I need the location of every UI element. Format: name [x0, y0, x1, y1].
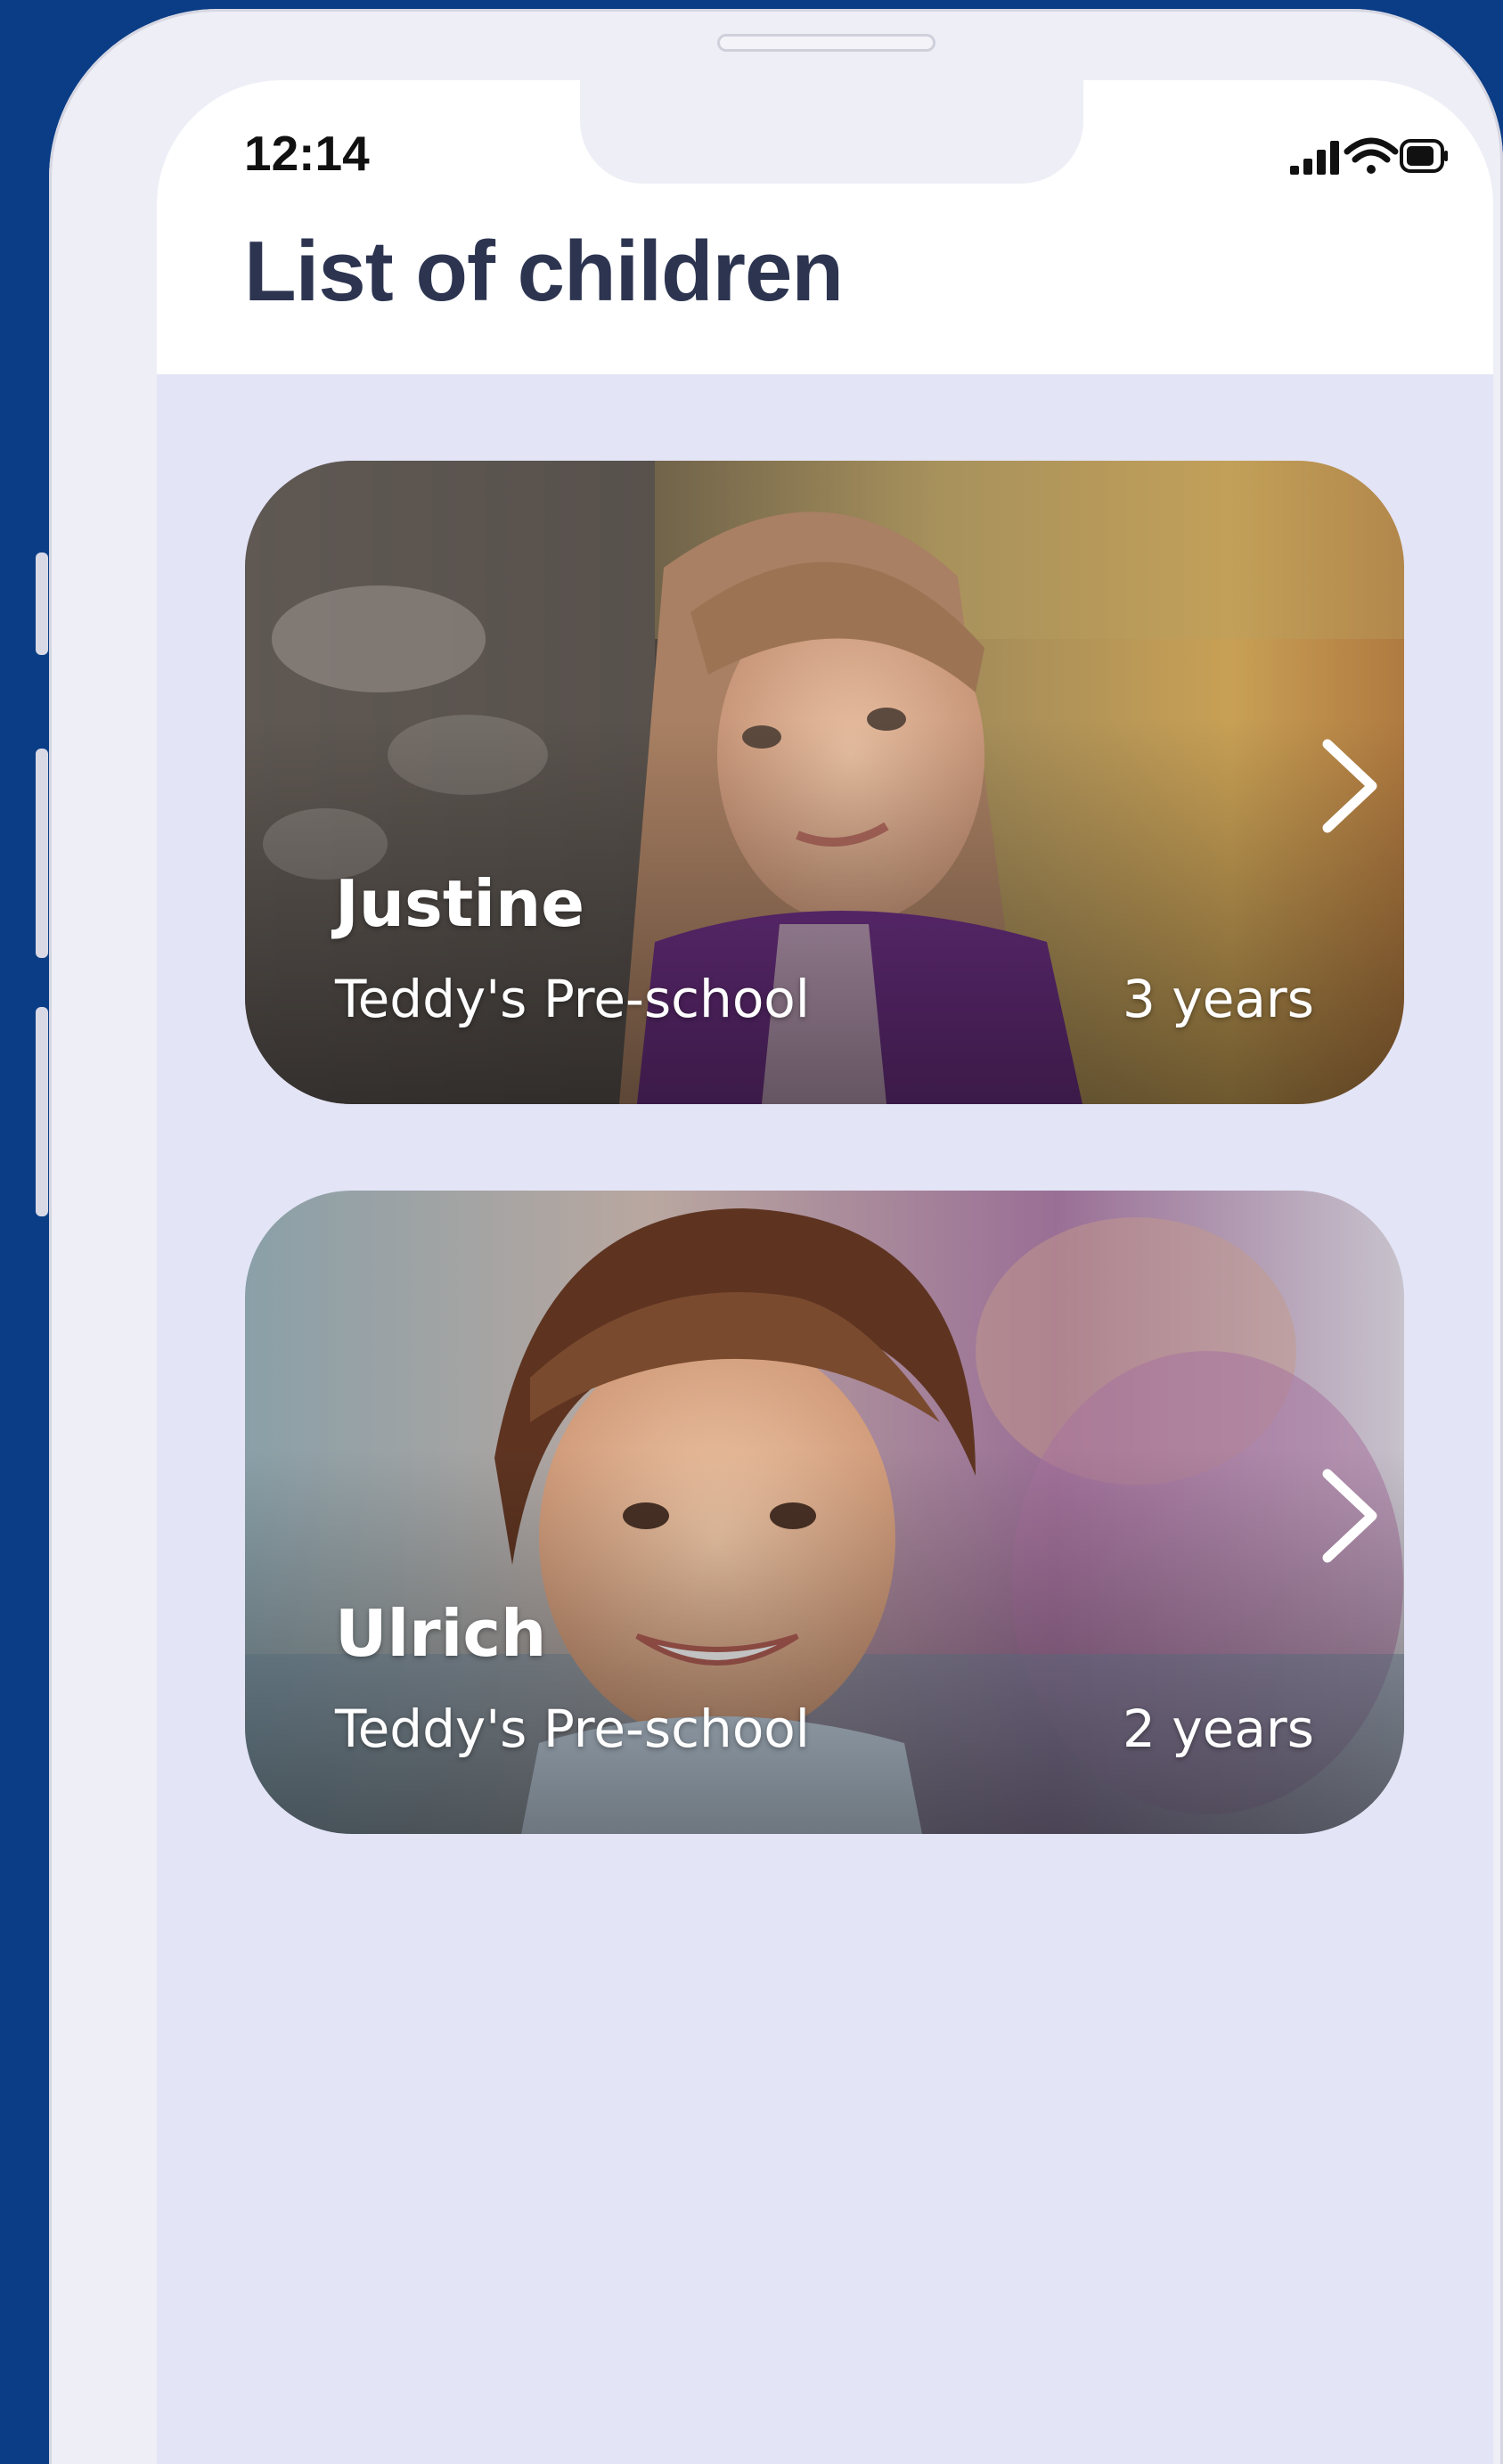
- child-name: Ulrich: [335, 1596, 547, 1671]
- status-time: 12:14: [244, 126, 370, 181]
- speaker-grille: [717, 34, 935, 52]
- status-icons: [1290, 137, 1448, 175]
- phone-frame: 12:14 List of children Justine Teddy's P…: [49, 9, 1503, 2464]
- child-card-ulrich[interactable]: Ulrich Teddy's Pre-school 2 years: [245, 1191, 1404, 1834]
- child-card-justine[interactable]: Justine Teddy's Pre-school 3 years: [245, 461, 1404, 1104]
- silent-switch: [36, 553, 48, 655]
- child-school: Teddy's Pre-school: [335, 1699, 810, 1759]
- child-age: 3 years: [1123, 969, 1314, 1029]
- battery-icon: [1400, 139, 1448, 173]
- wifi-icon: [1344, 137, 1399, 174]
- child-age: 2 years: [1123, 1699, 1314, 1759]
- volume-up-button: [36, 749, 48, 958]
- chevron-right-icon[interactable]: [1314, 737, 1385, 835]
- child-name: Justine: [335, 866, 585, 941]
- camera-notch: [580, 80, 1083, 184]
- child-school: Teddy's Pre-school: [335, 969, 810, 1029]
- app-header: 12:14 List of children: [157, 80, 1493, 374]
- app-screen: 12:14 List of children Justine Teddy's P…: [157, 80, 1493, 2464]
- chevron-right-icon[interactable]: [1314, 1467, 1385, 1565]
- page-title: List of children: [244, 224, 844, 319]
- signal-icon: [1290, 141, 1339, 175]
- volume-down-button: [36, 1007, 48, 1216]
